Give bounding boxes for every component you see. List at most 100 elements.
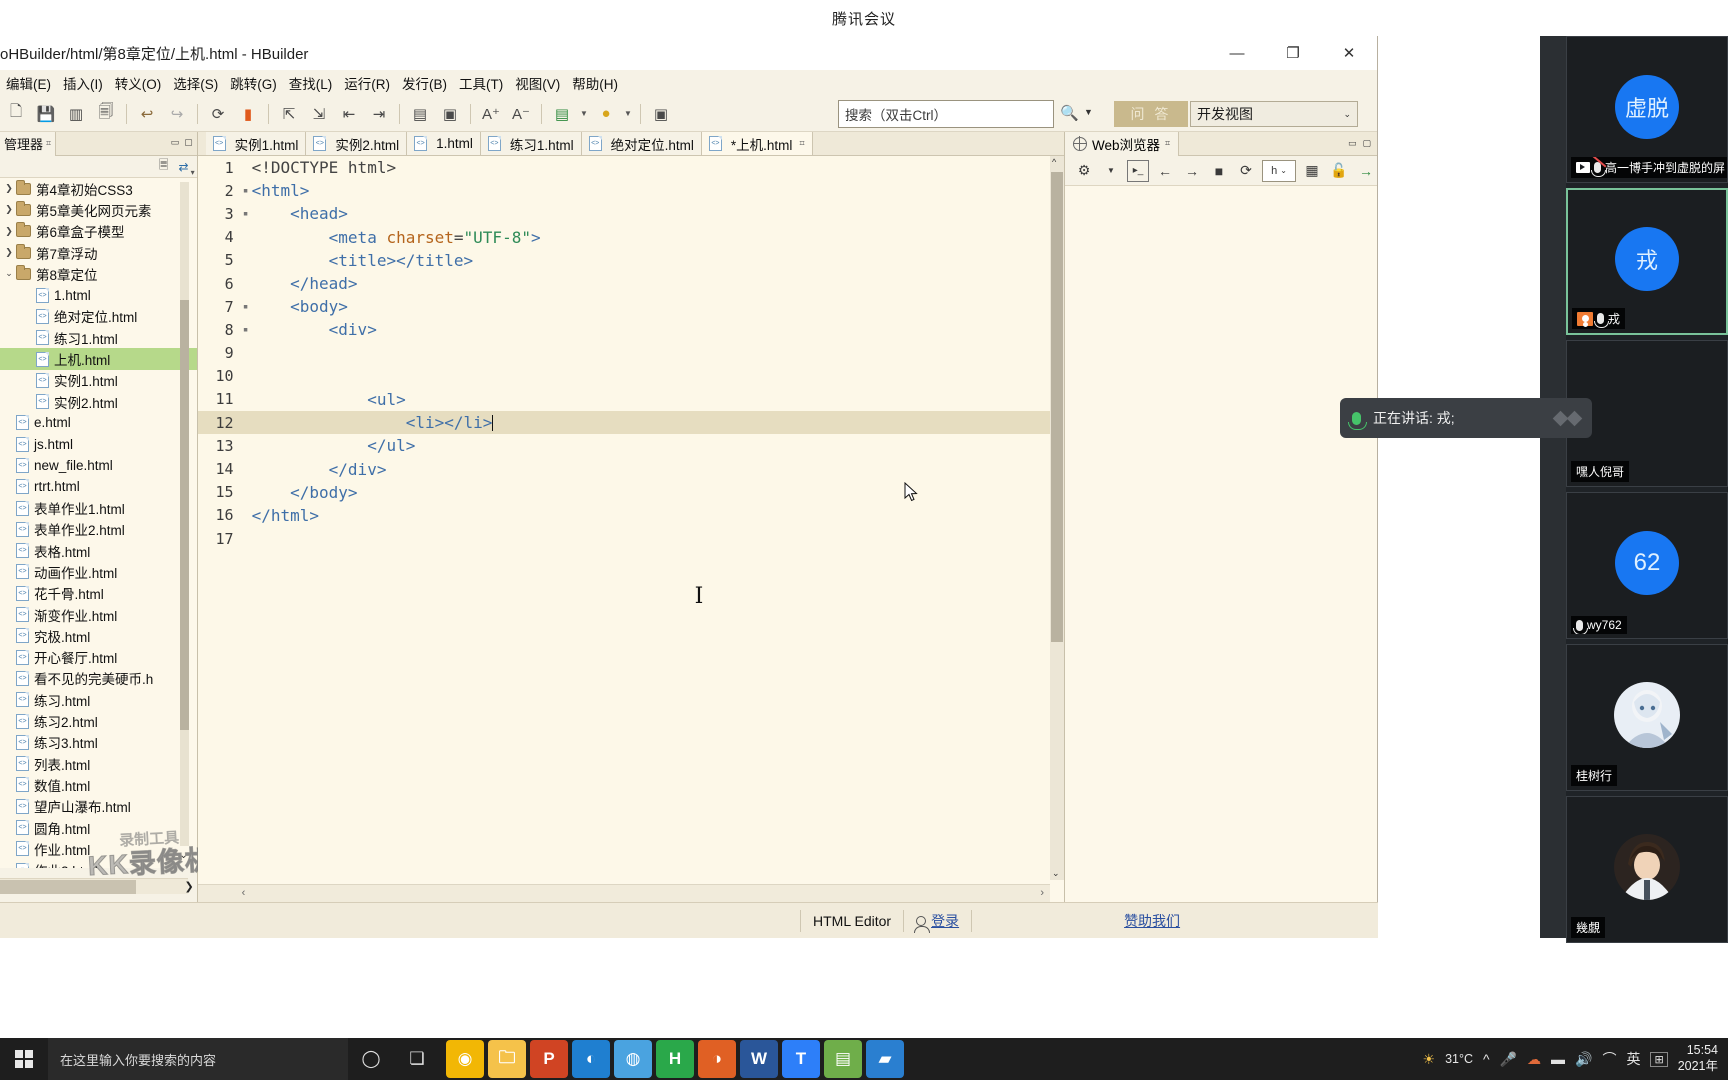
font-decrease-icon[interactable]: A⁻ — [507, 100, 535, 128]
chrome-run-icon[interactable]: ● — [592, 100, 620, 128]
code-line[interactable]: 13 </ul> — [198, 434, 1050, 457]
tree-file-item[interactable]: <> 实例1.html — [0, 370, 197, 391]
menu-item-publish[interactable]: 发行(B) — [396, 71, 453, 95]
code-fold-toggle-icon[interactable]: ▪ — [240, 302, 252, 312]
sponsor-link[interactable]: 赞助我们 — [1124, 911, 1180, 931]
view-selector[interactable]: 开发视图 ⌄ — [1190, 101, 1358, 127]
start-button[interactable] — [0, 1038, 48, 1080]
prev-bookmark-icon[interactable]: ⇤ — [335, 100, 363, 128]
maximize-web-panel-icon[interactable]: ▢ — [1362, 138, 1371, 149]
ime-mode[interactable]: ⊞ — [1650, 1051, 1668, 1067]
login-link[interactable]: 登录 — [931, 911, 959, 931]
tree-file-item[interactable]: <> 练习2.html — [0, 710, 197, 731]
tree-horizontal-scrollbar[interactable] — [0, 878, 188, 894]
undo-icon[interactable]: ↩ — [133, 100, 161, 128]
firefox-app[interactable]: ◑ — [698, 1040, 736, 1078]
preview-icon[interactable]: ▣ — [647, 100, 675, 128]
tree-file-item[interactable]: <> 表格.html — [0, 540, 197, 561]
refresh-icon[interactable]: ⟳ — [204, 100, 232, 128]
pin-icon[interactable]: ⌗ — [46, 138, 51, 149]
tree-file-item[interactable]: <> 表单作业1.html — [0, 497, 197, 518]
code-line[interactable]: 4 <meta charset="UTF-8"> — [198, 226, 1050, 249]
code-line[interactable]: 2 ▪ <html> — [198, 179, 1050, 202]
tree-scroll-thumb[interactable] — [179, 300, 189, 730]
code-line[interactable]: 14 </div> — [198, 457, 1050, 480]
editor-tab[interactable]: <> 绝对定位.html — [581, 132, 702, 155]
editor-tab[interactable]: <> 练习1.html — [480, 132, 582, 155]
outdent-icon[interactable]: ⇲ — [305, 100, 333, 128]
file-explorer-app[interactable]: 🗀 — [488, 1040, 526, 1078]
code-line[interactable]: 3 ▪ <head> — [198, 202, 1050, 225]
code-line[interactable]: 17 — [198, 527, 1050, 550]
editor-tab[interactable]: <> *上机.html ⌗ — [701, 132, 813, 155]
menu-item-select[interactable]: 选择(S) — [167, 71, 224, 95]
onedrive-icon[interactable]: ☁ — [1527, 1051, 1541, 1068]
code-fold-toggle-icon[interactable]: ▪ — [240, 209, 252, 219]
maximize-panel-icon[interactable]: ▢ — [184, 137, 193, 148]
chrome-app[interactable]: ◉ — [446, 1040, 484, 1078]
tree-folder-item[interactable]: ❯ 第4章初始CSS3 — [0, 178, 197, 199]
browser-app[interactable]: ◍ — [614, 1040, 652, 1078]
run-browser-caret-icon[interactable]: ▼ — [578, 100, 590, 128]
comment-block-icon[interactable]: ▣ — [436, 100, 464, 128]
edge-app[interactable]: ◐ — [572, 1040, 610, 1078]
code-line[interactable]: 12 <li></li> — [197, 411, 1050, 435]
tencent-meeting-app[interactable]: T — [782, 1040, 820, 1078]
tree-folder-item[interactable]: ❯ 第6章盒子模型 — [0, 221, 197, 242]
editor-tab[interactable]: <> 实例1.html — [205, 132, 307, 155]
minimize-button[interactable]: — — [1209, 36, 1265, 70]
participant-tile[interactable]: 62 wy762 — [1566, 492, 1728, 639]
editor-hscroll-left-icon[interactable]: ‹ — [242, 887, 246, 899]
search-input[interactable]: 搜索（双击Ctrl） — [838, 100, 1054, 128]
participant-tile[interactable]: 戎戎 — [1566, 188, 1728, 335]
editor-scroll-up-icon[interactable]: ^ — [1052, 157, 1056, 167]
taskbar-search-input[interactable]: 在这里输入你要搜索的内容 — [48, 1038, 348, 1080]
menu-item-view[interactable]: 视图(V) — [509, 71, 566, 95]
gear-icon[interactable]: ⚙ — [1073, 160, 1095, 182]
tree-file-item[interactable]: <> 1.html — [0, 284, 197, 305]
tree-vertical-scrollbar[interactable] — [179, 182, 189, 846]
stop-icon[interactable]: ■ — [1208, 160, 1230, 182]
chevron-up-icon[interactable]: ^ — [1483, 1051, 1490, 1067]
font-increase-icon[interactable]: A⁺ — [477, 100, 505, 128]
format-code-icon[interactable]: ▤ — [406, 100, 434, 128]
maximize-button[interactable]: ❐ — [1265, 36, 1321, 70]
chevron-right-icon[interactable]: ❯ — [2, 183, 16, 194]
tree-file-item[interactable]: <> 究极.html — [0, 625, 197, 646]
save-all-icon[interactable]: ▥ — [62, 100, 90, 128]
hbuilder-app[interactable]: H — [656, 1040, 694, 1078]
chevron-down-icon[interactable]: ⌄ — [2, 268, 16, 279]
tree-file-item[interactable]: <> 数值.html — [0, 774, 197, 795]
tree-file-item[interactable]: <> 练习3.html — [0, 732, 197, 753]
editor-vertical-scrollbar[interactable]: ^ ⌄ — [1050, 156, 1064, 880]
minimize-panel-icon[interactable]: ▭ — [171, 137, 180, 148]
ime-language[interactable]: 英 — [1626, 1049, 1640, 1069]
tree-hscroll-right-icon[interactable]: ❯ — [182, 878, 197, 894]
tree-file-item[interactable]: <> 练习.html — [0, 689, 197, 710]
task-view-icon[interactable]: ❏ — [394, 1038, 440, 1080]
participant-tile[interactable]: 桂树行 — [1566, 644, 1728, 791]
editor-hscroll-right-icon[interactable]: › — [1040, 887, 1044, 899]
menu-item-find[interactable]: 查找(L) — [283, 71, 339, 95]
chrome-run-caret-icon[interactable]: ▼ — [622, 100, 634, 128]
code-line[interactable]: 8 ▪ <div> — [198, 318, 1050, 341]
toolstrip-caret-icon[interactable]: ▾ — [191, 168, 195, 177]
code-line[interactable]: 10 — [198, 365, 1050, 388]
kk-recorder-app[interactable]: ▰ — [866, 1040, 904, 1078]
indent-icon[interactable]: ⇱ — [275, 100, 303, 128]
editor-tab[interactable]: <> 实例2.html — [306, 132, 408, 155]
qa-button[interactable]: 问 答 — [1114, 101, 1188, 127]
tree-file-item[interactable]: <> js.html — [0, 434, 197, 455]
editor-tab[interactable]: <> 1.html — [407, 132, 481, 155]
print-icon[interactable]: 🗐 — [92, 100, 120, 128]
reload-icon[interactable]: ⟳ — [1235, 160, 1257, 182]
console-icon[interactable]: ▸_ — [1127, 159, 1149, 182]
tree-folder-item[interactable]: ❯ 第5章美化网页元素 — [0, 199, 197, 220]
tree-hscroll-thumb[interactable] — [0, 880, 136, 894]
tree-folder-item[interactable]: ❯ 第7章浮动 — [0, 242, 197, 263]
link-editor-icon[interactable]: ⇄ — [179, 160, 189, 174]
minimize-web-panel-icon[interactable]: ▭ — [1348, 138, 1357, 149]
tree-file-item[interactable]: <> 圆角.html — [0, 817, 197, 838]
tree-file-item[interactable]: <> 表单作业2.html — [0, 519, 197, 540]
code-line[interactable]: 5 <title></title> — [198, 249, 1050, 272]
